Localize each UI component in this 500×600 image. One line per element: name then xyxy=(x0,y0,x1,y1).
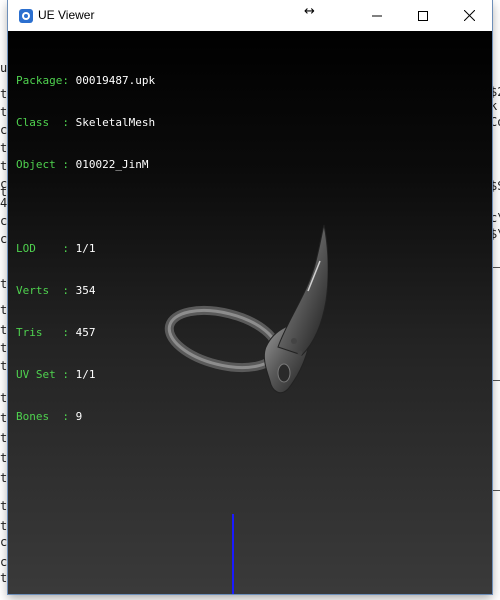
terminal-char: t xyxy=(0,411,8,425)
info-value: 1/1 xyxy=(75,242,96,255)
3d-viewport[interactable]: Package: 00019487.upk Class : SkeletalMe… xyxy=(8,31,492,594)
terminal-char: t xyxy=(0,87,8,101)
info-value: SkeletalMesh xyxy=(75,116,156,129)
info-label: Verts : xyxy=(16,284,69,297)
terminal-char: t xyxy=(0,323,8,337)
info-verts-row: Verts : 354 xyxy=(16,284,155,298)
terminal-char: 4 xyxy=(0,196,8,210)
info-value: 354 xyxy=(75,284,96,297)
info-value: 010022_JinM xyxy=(75,158,149,171)
terminal-char: t xyxy=(0,499,8,513)
terminal-char: t xyxy=(0,141,8,155)
terminal-char: u xyxy=(0,61,8,75)
info-value: 1/1 xyxy=(75,368,96,381)
terminal-char: t xyxy=(0,431,8,445)
info-tris-row: Tris : 457 xyxy=(16,326,155,340)
terminal-char: c xyxy=(0,535,8,549)
axis-line xyxy=(232,514,234,594)
terminal-char: t xyxy=(0,303,8,317)
terminal-char: t xyxy=(0,471,8,485)
info-class-row: Class : SkeletalMesh xyxy=(16,116,155,130)
maximize-button[interactable] xyxy=(400,0,446,31)
info-label: Package: xyxy=(16,74,69,87)
terminal-char: t xyxy=(0,571,8,585)
info-package-row: Package: 00019487.upk xyxy=(16,74,155,88)
terminal-char: t xyxy=(0,341,8,355)
terminal-char: c xyxy=(0,232,8,246)
terminal-char: t xyxy=(0,451,8,465)
terminal-char: c xyxy=(0,214,8,228)
terminal-char: t xyxy=(0,359,8,373)
window-title: UE Viewer xyxy=(38,8,95,22)
close-button[interactable] xyxy=(446,0,492,31)
terminal-char: t xyxy=(0,391,8,405)
skeletal-mesh-render xyxy=(164,224,328,394)
minimize-button[interactable] xyxy=(354,0,400,31)
terminal-divider xyxy=(491,267,500,268)
ue-viewer-app-icon xyxy=(18,8,34,24)
terminal-divider xyxy=(491,380,500,381)
info-bones-row: Bones : 9 xyxy=(16,410,155,424)
info-label: UV Set : xyxy=(16,368,69,381)
info-label: Class : xyxy=(16,116,69,129)
resize-cursor-icon: ↔ xyxy=(304,4,315,19)
info-label: Tris : xyxy=(16,326,69,339)
title-bar[interactable]: UE Viewer ↔ xyxy=(8,0,492,32)
terminal-char: t xyxy=(0,159,8,173)
info-panel: Package: 00019487.upk Class : SkeletalMe… xyxy=(16,46,155,452)
terminal-char: c xyxy=(0,555,8,569)
terminal-divider xyxy=(491,490,500,491)
info-label: Object : xyxy=(16,158,69,171)
info-object-row: Object : 010022_JinM xyxy=(16,158,155,172)
terminal-char: t xyxy=(0,105,8,119)
info-lod-row: LOD : 1/1 xyxy=(16,242,155,256)
terminal-char: t xyxy=(0,519,8,533)
info-value: 457 xyxy=(75,326,96,339)
info-label: Bones : xyxy=(16,410,69,423)
maximize-icon xyxy=(418,6,428,25)
info-value: 00019487.upk xyxy=(75,74,156,87)
info-label: LOD : xyxy=(16,242,69,255)
minimize-icon xyxy=(372,6,382,25)
info-value: 9 xyxy=(75,410,83,423)
ue-viewer-window: UE Viewer ↔ Package: 00019487.upk Class … xyxy=(8,0,492,594)
terminal-char: t xyxy=(0,277,8,291)
terminal-char: c xyxy=(0,123,8,137)
info-uvset-row: UV Set : 1/1 xyxy=(16,368,155,382)
close-icon xyxy=(463,6,475,25)
